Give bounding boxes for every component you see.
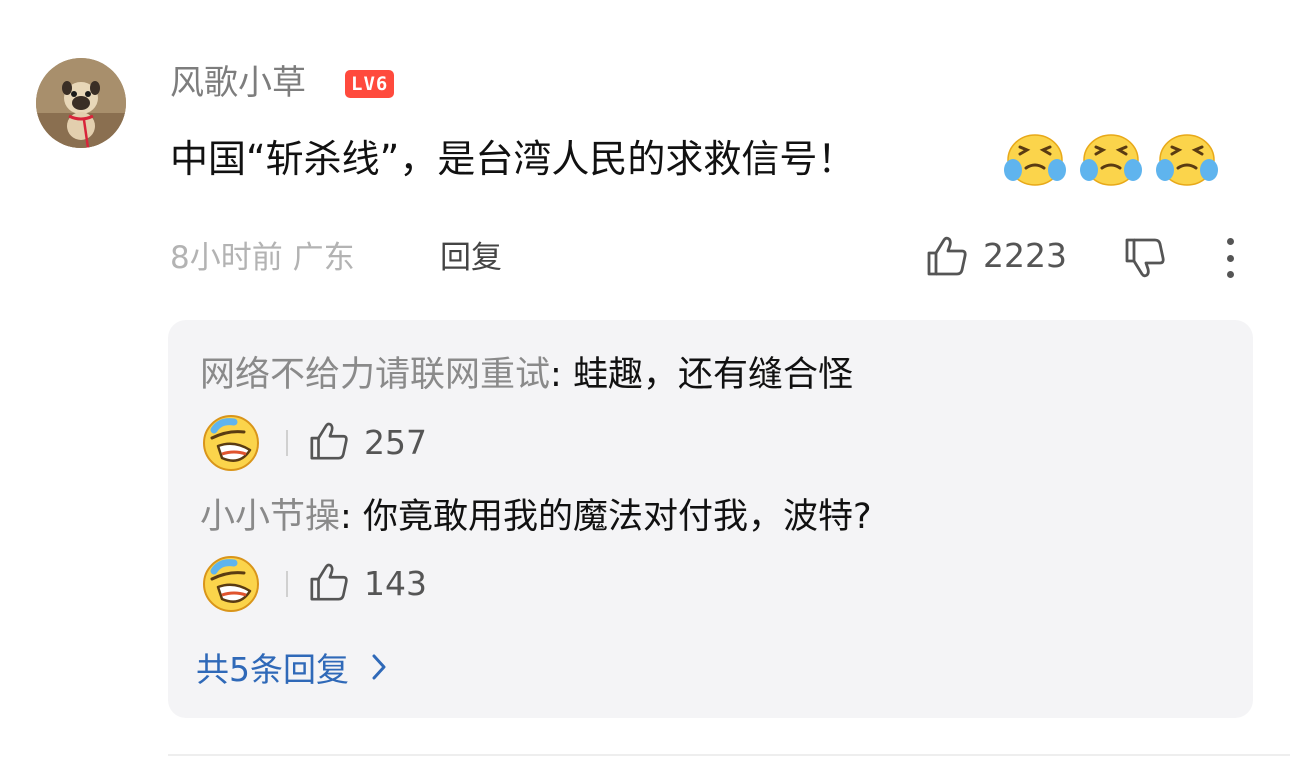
replies-panel: 网络不给力请联网重试: 蛙趣，还有缝合怪 257 小小节操: 你竟敢用我的魔法对… xyxy=(168,320,1253,718)
bottom-divider xyxy=(168,754,1290,756)
footer-divider xyxy=(286,571,288,597)
crying-laughing-emoji-icon xyxy=(1004,134,1066,186)
pug-dog-avatar-image xyxy=(36,58,126,148)
user-avatar[interactable] xyxy=(36,58,126,148)
reply-text: 蛙趣，还有缝合怪 xyxy=(572,355,853,395)
crying-laughing-emoji-icon xyxy=(1080,134,1142,186)
rolling-laughing-emoji-icon xyxy=(203,415,259,471)
crying-laughing-emoji-icon xyxy=(1156,134,1218,186)
reply-author[interactable]: 网络不给力请联网重试 xyxy=(200,355,550,395)
comment-username[interactable]: 风歌小草 xyxy=(170,60,306,106)
reply-item: 网络不给力请联网重试: 蛙趣，还有缝合怪 xyxy=(200,350,853,400)
reply-button[interactable]: 回复 xyxy=(440,236,502,280)
reply-separator: : xyxy=(550,355,573,395)
reply-footer: 257 xyxy=(200,412,427,474)
reply-like-count: 143 xyxy=(364,564,427,603)
thumbs-up-icon[interactable] xyxy=(925,234,969,278)
reply-like-count: 257 xyxy=(364,423,427,462)
thumbs-up-icon[interactable] xyxy=(308,561,350,607)
comment-emoji-row xyxy=(1002,128,1220,188)
comment-time-location: 8小时前 广东 xyxy=(170,240,355,276)
view-all-replies-link[interactable]: 共5条回复 xyxy=(196,646,387,694)
thumbs-up-icon[interactable] xyxy=(308,420,350,466)
reply-author[interactable]: 小小节操 xyxy=(200,497,340,537)
reply-separator: : xyxy=(340,497,363,537)
comment-text: 中国“斩杀线”，是台湾人民的求救信号！ xyxy=(170,137,856,181)
comment-like-count: 2223 xyxy=(983,236,1067,275)
chevron-right-icon[interactable] xyxy=(371,646,387,694)
reply-text: 你竟敢用我的魔法对付我，波特? xyxy=(362,497,872,537)
rolling-laughing-emoji-icon xyxy=(203,556,259,612)
total-replies-label[interactable]: 共5条回复 xyxy=(196,646,349,694)
thumbs-down-icon[interactable] xyxy=(1123,236,1167,280)
user-level-badge: LV6 xyxy=(345,70,395,98)
comment-like-button[interactable]: 2223 xyxy=(925,232,1067,280)
reply-item: 小小节操: 你竟敢用我的魔法对付我，波特? xyxy=(200,492,872,542)
reply-footer: 143 xyxy=(200,553,427,615)
more-options-icon[interactable] xyxy=(1218,238,1242,278)
footer-divider xyxy=(286,430,288,456)
